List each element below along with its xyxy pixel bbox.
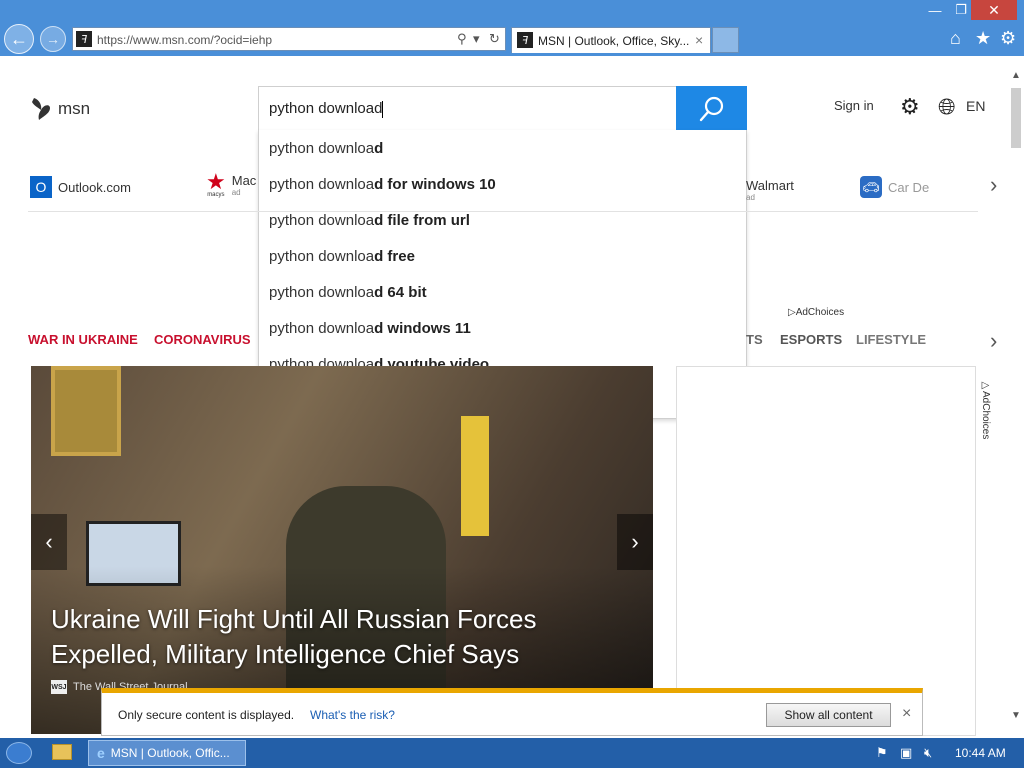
search-input[interactable]: python download: [269, 100, 384, 118]
network-icon[interactable]: ▣: [900, 745, 912, 761]
notification-bar: Only secure content is displayed. What's…: [101, 688, 923, 736]
show-all-content-button[interactable]: Show all content: [766, 703, 891, 727]
address-search-icon[interactable]: ⚲: [457, 31, 467, 47]
msn-logo-text: msn: [58, 99, 91, 118]
nav-coronavirus[interactable]: CORONAVIRUS: [154, 332, 251, 347]
quick-link-label: Walmart: [746, 178, 794, 193]
msn-favicon-icon: ꟻ: [517, 32, 533, 48]
carousel-next-button[interactable]: ›: [617, 514, 653, 570]
quick-link-label: Car De: [888, 179, 930, 195]
search-button[interactable]: [676, 86, 747, 131]
taskbar-app-label: MSN | Outlook, Offic...: [110, 746, 230, 760]
tools-gear-icon[interactable]: ⚙: [1000, 28, 1016, 49]
start-button[interactable]: [6, 742, 32, 764]
forward-arrow-icon: →: [46, 31, 60, 47]
action-center-flag-icon[interactable]: ⚑: [876, 745, 888, 761]
language-label[interactable]: EN: [966, 98, 985, 114]
nav-lifestyle[interactable]: LIFESTYLE: [856, 332, 926, 347]
quick-link-walmart[interactable]: Walmart ad: [746, 178, 794, 202]
quick-link-label: Mac: [231, 173, 257, 188]
home-icon[interactable]: ⌂: [950, 28, 961, 49]
scrollbar-thumb[interactable]: [1011, 88, 1021, 148]
ad-panel: [676, 366, 976, 736]
tab-close-icon[interactable]: ×: [695, 32, 703, 48]
browser-toolbar: ← → ꟻ https://www.msn.com/?ocid=iehp ⚲ ▾…: [0, 0, 1024, 56]
scrollbar[interactable]: ▲ ▼: [1008, 70, 1024, 730]
notification-close-icon[interactable]: ×: [902, 705, 911, 723]
msn-logo[interactable]: msn: [30, 96, 90, 122]
search-suggestion[interactable]: python download windows 11: [269, 320, 471, 337]
ad-label: ad: [746, 193, 755, 202]
text-caret: [382, 100, 384, 118]
scroll-up-icon[interactable]: ▲: [1011, 70, 1021, 81]
back-button[interactable]: ←: [4, 24, 34, 54]
new-tab-button[interactable]: [712, 27, 739, 53]
nav-next-icon[interactable]: ›: [990, 328, 997, 354]
quick-link-outlook[interactable]: O Outlook.com: [30, 176, 131, 198]
ie-icon: e: [97, 745, 105, 761]
address-bar[interactable]: ꟻ https://www.msn.com/?ocid=iehp ⚲ ▾ ↻: [72, 27, 506, 51]
notification-text: Only secure content is displayed.: [118, 708, 295, 722]
carousel-prev-button[interactable]: ‹: [31, 514, 67, 570]
search-icon: [699, 96, 723, 121]
scroll-down-icon[interactable]: ▼: [1011, 710, 1021, 721]
search-suggestion[interactable]: python download file from url: [269, 212, 470, 229]
refresh-icon[interactable]: ↻: [489, 31, 500, 47]
volume-muted-icon[interactable]: 🔇︎: [924, 745, 932, 761]
divider: [28, 211, 978, 212]
flag-image: [461, 416, 489, 536]
forward-button[interactable]: →: [40, 26, 66, 52]
nav-sports[interactable]: TS: [746, 332, 763, 347]
macys-star-icon: ★ macys: [206, 169, 226, 199]
quick-links-next-icon[interactable]: ›: [990, 172, 997, 198]
adchoices-label[interactable]: ▷AdChoices: [980, 380, 991, 439]
close-button[interactable]: ✕: [971, 0, 1017, 20]
language-globe-icon[interactable]: 🌐︎: [938, 94, 956, 120]
wsj-logo-icon: WSJ: [51, 680, 67, 694]
ad-label: ad: [231, 188, 241, 197]
favorites-star-icon[interactable]: ★: [975, 28, 991, 49]
address-url[interactable]: https://www.msn.com/?ocid=iehp: [97, 33, 272, 47]
adchoices-label[interactable]: ▷AdChoices: [788, 307, 844, 318]
settings-gear-icon[interactable]: ⚙: [900, 94, 920, 120]
search-suggestion[interactable]: python download 64 bit: [269, 284, 427, 301]
quick-link-car-deals[interactable]: 🚗︎ Car De: [860, 176, 936, 198]
tab-msn[interactable]: ꟻ MSN | Outlook, Office, Sky... ×: [511, 27, 711, 53]
back-arrow-icon: ←: [10, 28, 28, 49]
search-suggestion[interactable]: python download free: [269, 248, 415, 265]
taskbar-ie-app[interactable]: e MSN | Outlook, Offic...: [88, 740, 246, 766]
quick-link-macys[interactable]: ★ macys Mac ad: [206, 169, 257, 199]
clock[interactable]: 10:44 AM: [955, 746, 1006, 760]
outlook-icon: O: [30, 176, 52, 198]
car-icon: 🚗︎: [860, 176, 882, 198]
file-explorer-icon[interactable]: [52, 744, 72, 760]
whats-the-risk-link[interactable]: What's the risk?: [310, 708, 395, 722]
hero-headline[interactable]: Ukraine Will Fight Until All Russian For…: [51, 602, 611, 672]
taskbar: e MSN | Outlook, Offic... ⚑ ▣ 🔇︎ 10:44 A…: [0, 738, 1024, 768]
quick-link-label: Outlook.com: [58, 179, 131, 195]
nav-esports[interactable]: ESPORTS: [780, 332, 842, 347]
sign-in-link[interactable]: Sign in: [834, 98, 874, 113]
hero-carousel[interactable]: Ukraine Will Fight Until All Russian For…: [31, 366, 653, 734]
search-suggestion[interactable]: python download for windows 10: [269, 176, 496, 193]
nav-war-in-ukraine[interactable]: WAR IN UKRAINE: [28, 332, 138, 347]
msn-butterfly-icon: [32, 98, 50, 120]
address-dropdown-icon[interactable]: ▾: [473, 31, 480, 47]
search-box[interactable]: python download: [258, 86, 747, 131]
tab-title: MSN | Outlook, Office, Sky...: [538, 34, 690, 48]
search-suggestion[interactable]: python download: [269, 140, 383, 157]
wall-emblem: [51, 366, 121, 456]
msn-favicon-icon: ꟻ: [76, 31, 92, 47]
